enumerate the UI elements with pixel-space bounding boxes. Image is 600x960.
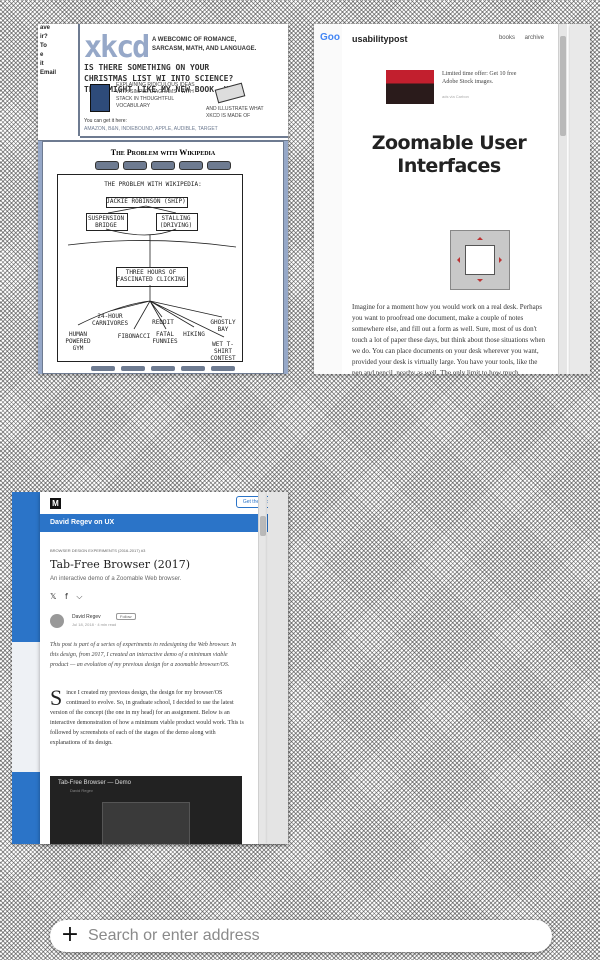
nav-books[interactable]: books	[499, 35, 515, 41]
new-tab-plus-icon[interactable]: +	[60, 923, 80, 947]
regev-scrollbar[interactable]	[258, 492, 267, 844]
comic-image: The problem with Wikipedia: Jackie Robin…	[57, 174, 243, 362]
article-title: Zoomable User Interfaces	[371, 132, 527, 177]
site-name[interactable]: usabilitypost	[352, 34, 408, 44]
nav-last-button[interactable]	[208, 162, 230, 169]
demo-video[interactable]: Tab-Free Browser — Demo David Regev	[50, 776, 242, 844]
arrow-down-icon	[477, 279, 483, 285]
intro-note: This post is part of a series of experim…	[50, 642, 237, 668]
xkcd-logo: xkcd	[84, 30, 150, 65]
xkcd-header: xkcd A webcomic of romance, sarcasm, mat…	[80, 24, 288, 138]
comic-title: The Problem with Wikipedia	[110, 148, 216, 157]
usability-scrollbar[interactable]	[558, 24, 567, 374]
share-icons: 𝕏 f ⌵	[50, 592, 88, 602]
nav-next-button-bottom[interactable]	[181, 366, 205, 371]
nav-first-button[interactable]	[96, 162, 118, 169]
xkcd-main: The Problem with Wikipedia The problem w…	[38, 140, 288, 374]
body-text: ince I created my previous design, the d…	[50, 690, 244, 746]
zoom-figure-window	[465, 245, 495, 275]
usability-page: usabilitypost books archive Limited time…	[342, 24, 556, 374]
publication-bar: David Regev on UX	[40, 514, 288, 532]
arrow-up-icon	[477, 234, 483, 240]
ad-image[interactable]	[386, 70, 434, 104]
address-bar[interactable]: +	[50, 920, 552, 952]
post-date: Jul 18, 2018 · 4 min read	[72, 622, 117, 627]
arrow-right-icon	[499, 257, 505, 263]
twitter-icon[interactable]: 𝕏	[50, 592, 56, 601]
drop-cap: S	[50, 685, 63, 710]
google-tab-strip: Goo	[314, 24, 343, 374]
nav-first-button-bottom[interactable]	[91, 366, 115, 371]
publication-name[interactable]: David Regev on UX	[50, 519, 114, 526]
nav-archive[interactable]: archive	[525, 35, 544, 41]
author-name[interactable]: David Regev	[72, 614, 101, 620]
scroll-thumb[interactable]	[260, 516, 266, 536]
address-input[interactable]	[88, 924, 528, 948]
medium-topbar: M Get the app	[40, 492, 288, 515]
scroll-thumb[interactable]	[560, 36, 566, 136]
article-subtitle: An interactive demo of a Zoomable Web br…	[50, 576, 182, 582]
ad-text[interactable]: Limited time offer: Get 10 free Adobe St…	[442, 70, 532, 86]
arrow-left-icon	[454, 257, 460, 263]
book-cover-image	[90, 84, 110, 112]
article-title: Tab-Free Browser (2017)	[50, 558, 191, 571]
nav-random-button[interactable]	[152, 162, 174, 169]
google-mark: Goo	[320, 32, 340, 43]
xkcd-buy-links[interactable]: Amazon, B&N, IndieBound, Apple, Audible,…	[84, 126, 218, 132]
nav-random-button-bottom[interactable]	[151, 366, 175, 371]
avatar[interactable]	[50, 614, 64, 628]
nav-next-button[interactable]	[180, 162, 202, 169]
comic-drawing	[67, 205, 237, 338]
nav-last-button-bottom[interactable]	[211, 366, 235, 371]
site-nav: books archive	[491, 35, 544, 41]
xkcd-buy-label: You can get it here:	[84, 118, 127, 124]
facebook-icon[interactable]: f	[65, 592, 68, 601]
article-body: Imagine for a moment how you would work …	[352, 303, 546, 374]
xkcd-sidebar: ave ir? To e it Email	[38, 24, 80, 136]
comic-nav-bottom	[43, 366, 283, 371]
zoom-figure	[450, 230, 510, 290]
ad-attribution: ads via Carbon	[442, 94, 469, 99]
xkcd-comic-panel: The Problem with Wikipedia The problem w…	[42, 141, 284, 374]
video-thumbnail	[102, 802, 190, 844]
xkcd-ad-small-text-2: and illustrate what XKCD is made of	[206, 106, 264, 119]
xkcd-tagline: A webcomic of romance, sarcasm, math, an…	[152, 37, 257, 52]
tab-card-usabilitypost[interactable]: Goo usabilitypost books archive Limited …	[314, 24, 590, 374]
nav-prev-button-bottom[interactable]	[121, 366, 145, 371]
video-title: Tab-Free Browser — Demo	[58, 780, 132, 786]
stacked-window-edge	[268, 492, 288, 844]
comic-nav-top	[43, 162, 283, 169]
back-window-light	[12, 642, 40, 772]
nav-prev-button[interactable]	[124, 162, 146, 169]
medium-logo[interactable]: M	[50, 498, 61, 509]
series-meta[interactable]: Browser design experiments (2016-2017) #…	[50, 548, 145, 553]
bookmark-icon[interactable]: ⌵	[76, 592, 82, 601]
follow-button[interactable]: Follow	[116, 613, 136, 620]
video-channel: David Regev	[70, 788, 93, 793]
stacked-window-edge	[570, 24, 590, 374]
body-paragraph: Since I created my previous design, the …	[50, 685, 246, 748]
tab-card-xkcd[interactable]: ave ir? To e it Email xkcd A webcomic of…	[38, 24, 288, 374]
xkcd-ad-small-text: Explaining ridiculous ideas with simple …	[116, 82, 195, 109]
tab-card-regev[interactable]: M Get the app David Regev on UX Browser …	[40, 492, 288, 844]
